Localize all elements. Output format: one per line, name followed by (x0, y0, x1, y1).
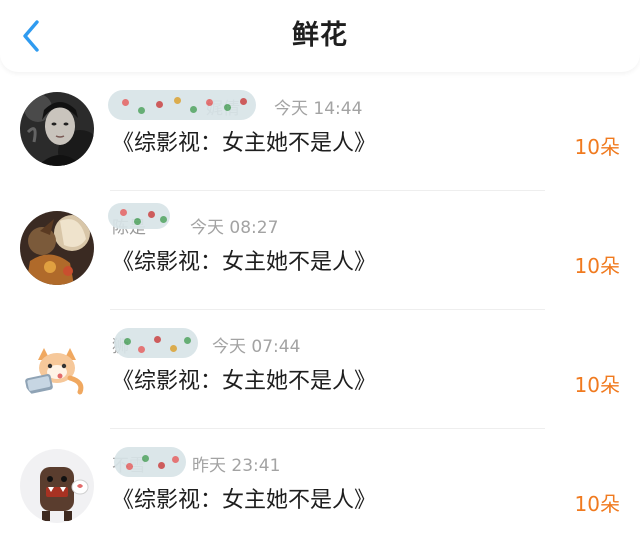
list-item[interactable]: 陈是 今天 08:27 《综影视：女主她不是人》 10朵 (0, 191, 640, 310)
name-redaction (108, 90, 256, 120)
page-title: 鲜花 (292, 20, 348, 51)
flower-count: 10朵 (574, 492, 620, 516)
domo-avatar-icon (20, 449, 94, 523)
user-name-area[interactable]: 不雪 (112, 447, 186, 479)
list-item[interactable]: 不雪 昨天 23:41 《综影视：女主她不是人》 10朵 (0, 429, 640, 546)
flower-count: 10朵 (574, 373, 620, 397)
list-item[interactable]: 娓倩 今天 14:44 《综影视：女主她不是人》 10朵 (0, 72, 640, 191)
portrait-avatar-icon (20, 92, 94, 166)
book-title[interactable]: 《综影视：女主她不是人》 (112, 366, 376, 398)
cartoon-cat-avatar-icon (20, 330, 94, 404)
name-redaction (114, 328, 198, 358)
flower-list: 娓倩 今天 14:44 《综影视：女主她不是人》 10朵 (0, 72, 640, 546)
user-name-area[interactable]: 娓倩 (108, 90, 256, 122)
illustrated-avatar-icon (20, 211, 94, 285)
user-name-area[interactable]: 陈是 (108, 203, 170, 241)
avatar[interactable] (20, 211, 94, 285)
timestamp: 昨天 23:41 (192, 456, 281, 476)
timestamp: 今天 07:44 (212, 337, 301, 357)
list-item[interactable]: 狮 今天 07:44 《综影视：女主她不是人》 10朵 (0, 310, 640, 429)
avatar[interactable] (20, 449, 94, 523)
avatar[interactable] (20, 330, 94, 404)
book-title[interactable]: 《综影视：女主她不是人》 (112, 485, 376, 517)
name-redaction (108, 203, 170, 229)
timestamp: 今天 08:27 (190, 218, 279, 238)
avatar[interactable] (20, 92, 94, 166)
book-title[interactable]: 《综影视：女主她不是人》 (112, 128, 376, 160)
book-title[interactable]: 《综影视：女主她不是人》 (112, 247, 376, 279)
nav-bar: 鲜花 (0, 0, 640, 72)
flower-count: 10朵 (574, 254, 620, 278)
timestamp: 今天 14:44 (274, 99, 363, 119)
flowers-page: 鲜花 娓倩 (0, 0, 640, 546)
name-redaction (114, 447, 186, 477)
flower-count: 10朵 (574, 135, 620, 159)
user-name-area[interactable]: 狮 (112, 328, 198, 360)
